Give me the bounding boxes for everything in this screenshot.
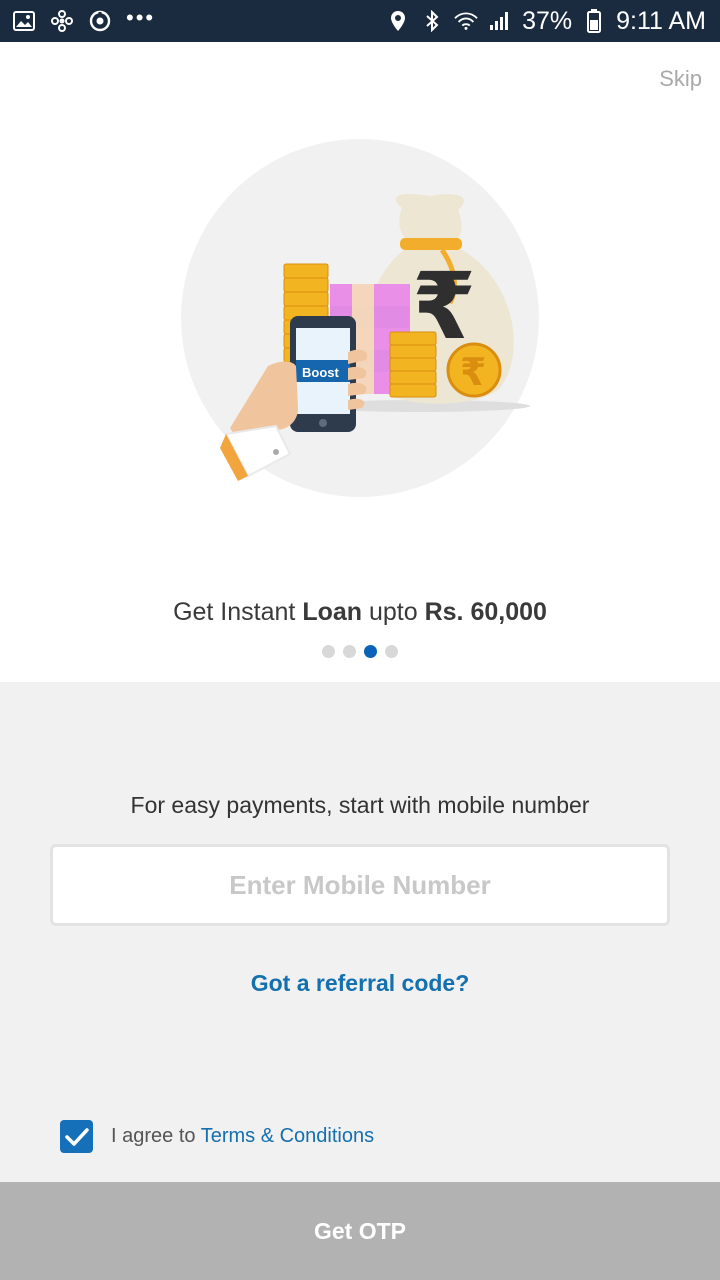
referral-code-link[interactable]: Got a referral code? (0, 970, 720, 997)
slide-title-prefix: Get Instant (173, 598, 303, 626)
terms-checkbox[interactable] (60, 1120, 93, 1153)
carousel-dot[interactable] (322, 645, 335, 658)
carousel-dot[interactable] (343, 645, 356, 658)
loan-illustration: ₹ ₹ Boost (181, 139, 539, 497)
login-panel: For easy payments, start with mobile num… (0, 682, 720, 1280)
slide-title-loan: Loan (302, 598, 363, 626)
bluetooth-icon (420, 9, 444, 33)
terms-conditions-link[interactable]: Terms & Conditions (201, 1125, 374, 1147)
status-bar-right: 37% 9:11 AM (386, 7, 706, 36)
location-icon (386, 9, 410, 33)
terms-label: I agree to Terms & Conditions (111, 1125, 374, 1148)
terms-prefix: I agree to (111, 1125, 201, 1147)
mobile-prompt: For easy payments, start with mobile num… (130, 792, 590, 818)
clock: 9:11 AM (616, 6, 706, 35)
slide-title-middle: upto (362, 598, 425, 626)
carousel-dot-active[interactable] (364, 645, 377, 658)
checkmark-icon (64, 1127, 89, 1146)
carousel-dot[interactable] (385, 645, 398, 658)
sync-icon (88, 9, 112, 33)
wifi-icon (454, 9, 478, 33)
onboarding-carousel[interactable]: Skip ₹ ₹ Boost Get Instant Loan upto Rs.… (0, 42, 720, 682)
terms-agreement: I agree to Terms & Conditions (60, 1120, 374, 1153)
battery-percent: 37% (522, 6, 573, 35)
signal-icon (488, 9, 512, 33)
more-dots-icon: ••• (126, 5, 156, 30)
get-otp-button[interactable]: Get OTP (0, 1182, 720, 1280)
phone-screen-label: Boost (302, 365, 340, 380)
mobile-number-input[interactable] (50, 844, 670, 926)
status-bar: ••• 37% 9:11 AM (0, 0, 720, 42)
slide-title-amount: Rs. 60,000 (424, 598, 547, 626)
fan-icon (50, 9, 74, 33)
battery-icon (582, 9, 606, 33)
slide-title: Get Instant Loan upto Rs. 60,000 (0, 598, 720, 627)
gallery-icon (12, 9, 36, 33)
status-bar-left: ••• (12, 5, 156, 33)
coin-rupee-symbol: ₹ (460, 350, 486, 394)
skip-button[interactable]: Skip (659, 66, 702, 92)
carousel-dots[interactable] (0, 645, 720, 658)
